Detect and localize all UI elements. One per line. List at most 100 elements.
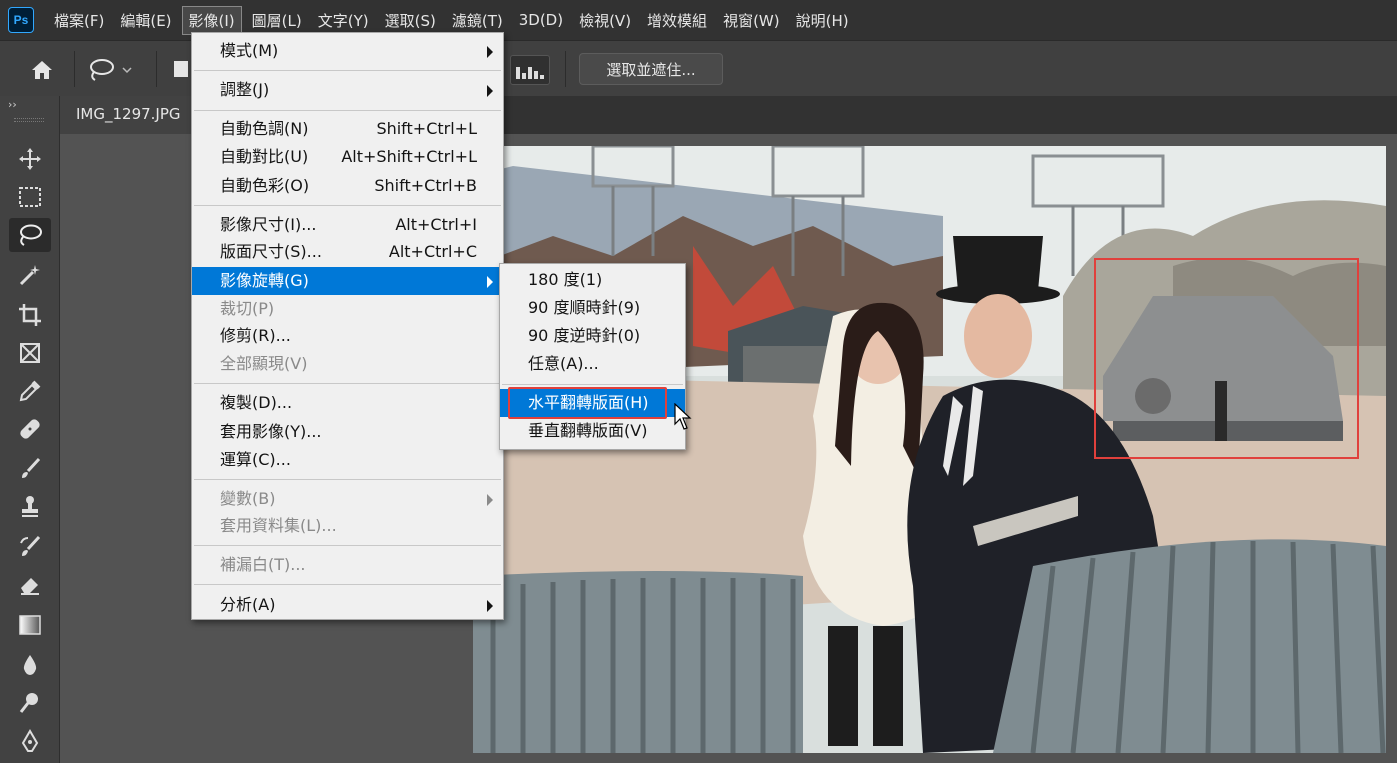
menu-divider xyxy=(502,384,683,385)
menu-item-auto-tone[interactable]: 自動色調(N) Shift+Ctrl+L xyxy=(192,115,503,143)
menu-item-duplicate[interactable]: 複製(D)... xyxy=(192,389,503,417)
menu-divider xyxy=(194,70,501,71)
menu-item-label: 補漏白(T)... xyxy=(220,555,306,574)
lasso-tool[interactable] xyxy=(9,218,51,252)
menu-item-rotate-90-ccw[interactable]: 90 度逆時針(0) xyxy=(500,322,685,350)
square-icon xyxy=(174,61,188,77)
menu-item-label: 自動色調(N) xyxy=(220,119,309,138)
gradient-tool[interactable] xyxy=(9,608,51,642)
chevron-down-icon xyxy=(122,67,132,74)
crop-tool[interactable] xyxy=(9,298,51,332)
menu-item-label: 180 度(1) xyxy=(528,270,603,289)
menu-item-image-rotation[interactable]: 影像旋轉(G) xyxy=(192,267,503,295)
menu-divider xyxy=(194,545,501,546)
menu-item-label: 變數(B) xyxy=(220,489,276,508)
eyedropper-tool[interactable] xyxy=(9,374,51,408)
menu-item-label: 模式(M) xyxy=(220,41,279,60)
menu-help[interactable]: 說明(H) xyxy=(790,7,855,34)
healing-brush-tool[interactable] xyxy=(9,412,51,446)
menu-filter[interactable]: 濾鏡(T) xyxy=(446,7,509,34)
menu-item-rotate-90-cw[interactable]: 90 度順時針(9) xyxy=(500,294,685,322)
histogram-button[interactable] xyxy=(510,55,550,85)
mouse-cursor-icon xyxy=(674,403,692,430)
menu-type[interactable]: 文字(Y) xyxy=(312,7,375,34)
menu-select[interactable]: 選取(S) xyxy=(379,7,442,34)
menu-item-adjustments[interactable]: 調整(J) xyxy=(192,76,503,104)
eraser-icon xyxy=(21,578,39,595)
lasso-icon xyxy=(90,59,114,81)
menu-item-trap[interactable]: 補漏白(T)... xyxy=(192,551,503,579)
menu-item-trim[interactable]: 修剪(R)... xyxy=(192,322,503,350)
menu-item-label: 修剪(R)... xyxy=(220,326,291,345)
eraser-tool[interactable] xyxy=(9,568,51,602)
menu-edit[interactable]: 編輯(E) xyxy=(114,7,177,34)
tool-preset-picker[interactable] xyxy=(86,55,146,85)
home-icon xyxy=(32,61,52,79)
flip-highlight-box xyxy=(508,387,667,419)
menu-item-label: 影像尺寸(I)... xyxy=(220,215,317,234)
drop-icon xyxy=(23,655,37,675)
menu-image[interactable]: 影像(I) xyxy=(181,5,242,35)
menu-item-rotate-arbitrary[interactable]: 任意(A)... xyxy=(500,350,685,378)
menu-divider xyxy=(194,110,501,111)
blur-tool[interactable] xyxy=(9,648,51,682)
eyedropper-icon xyxy=(19,380,41,402)
clone-stamp-tool[interactable] xyxy=(9,490,51,524)
menu-view[interactable]: 檢視(V) xyxy=(573,7,637,34)
menu-divider xyxy=(194,584,501,585)
menu-file[interactable]: 檔案(F) xyxy=(48,7,110,34)
collapse-toolbar-button[interactable]: ›› xyxy=(8,98,17,111)
submenu-arrow-icon xyxy=(487,494,493,506)
menu-item-crop[interactable]: 裁切(P) xyxy=(192,295,503,323)
menu-item-label: 運算(C)... xyxy=(220,450,291,469)
menu-item-rotate-180[interactable]: 180 度(1) xyxy=(500,266,685,294)
menu-item-flip-vertical[interactable]: 垂直翻轉版面(V) xyxy=(500,417,685,445)
menu-item-apply-data-set[interactable]: 套用資料集(L)... xyxy=(192,512,503,540)
brush-tool[interactable] xyxy=(9,452,51,486)
frame-icon xyxy=(20,343,40,363)
menu-item-shortcut: Shift+Ctrl+L xyxy=(376,119,477,138)
document-tab[interactable]: IMG_1297.JPG xyxy=(60,96,200,134)
menu-item-variables[interactable]: 變數(B) xyxy=(192,485,503,513)
menu-item-auto-color[interactable]: 自動色彩(O) Shift+Ctrl+B xyxy=(192,172,503,200)
magic-wand-tool[interactable] xyxy=(9,258,51,292)
photoshop-logo[interactable]: Ps xyxy=(8,7,34,33)
menu-layer[interactable]: 圖層(L) xyxy=(246,7,308,34)
menu-window[interactable]: 視窗(W) xyxy=(717,7,786,34)
menu-item-label: 套用影像(Y)... xyxy=(220,422,322,441)
histogram-bar xyxy=(528,67,532,79)
brush-icon xyxy=(22,457,41,478)
history-brush-tool[interactable] xyxy=(9,530,51,564)
pen-tool[interactable] xyxy=(9,724,51,758)
marquee-tool[interactable] xyxy=(9,180,51,214)
menu-item-reveal-all[interactable]: 全部顯現(V) xyxy=(192,350,503,378)
menu-item-calculations[interactable]: 運算(C)... xyxy=(192,446,503,474)
home-button[interactable] xyxy=(22,55,62,85)
submenu-arrow-icon xyxy=(487,85,493,97)
image-rotation-submenu: 180 度(1) 90 度順時針(9) 90 度逆時針(0) 任意(A)... … xyxy=(499,263,686,450)
menu-3d[interactable]: 3D(D) xyxy=(513,8,569,32)
menu-item-label: 垂直翻轉版面(V) xyxy=(528,421,648,440)
menu-item-apply-image[interactable]: 套用影像(Y)... xyxy=(192,418,503,446)
options-separator xyxy=(74,51,75,87)
menu-item-shortcut: Alt+Shift+Ctrl+L xyxy=(341,147,477,166)
menu-item-analysis[interactable]: 分析(A) xyxy=(192,591,503,619)
magic-wand-icon xyxy=(19,265,40,286)
toolbar-grip[interactable] xyxy=(14,118,44,122)
menu-item-mode[interactable]: 模式(M) xyxy=(192,37,503,65)
bandage-icon xyxy=(20,419,40,439)
menu-item-image-size[interactable]: 影像尺寸(I)... Alt+Ctrl+I xyxy=(192,211,503,239)
move-tool[interactable] xyxy=(9,142,51,176)
histogram-bar xyxy=(534,71,538,79)
menu-plugins[interactable]: 增效模組 xyxy=(641,7,713,34)
gradient-icon xyxy=(19,615,41,635)
frame-tool[interactable] xyxy=(9,336,51,370)
select-and-mask-button[interactable]: 選取並遮住... xyxy=(579,53,723,85)
menu-item-auto-contrast[interactable]: 自動對比(U) Alt+Shift+Ctrl+L xyxy=(192,143,503,171)
options-separator xyxy=(565,51,566,87)
dodge-tool[interactable] xyxy=(9,686,51,720)
menu-item-canvas-size[interactable]: 版面尺寸(S)... Alt+Ctrl+C xyxy=(192,238,503,266)
menu-item-label: 套用資料集(L)... xyxy=(220,516,337,535)
menu-item-shortcut: Alt+Ctrl+I xyxy=(395,215,477,234)
menu-item-label: 90 度順時針(9) xyxy=(528,298,641,317)
